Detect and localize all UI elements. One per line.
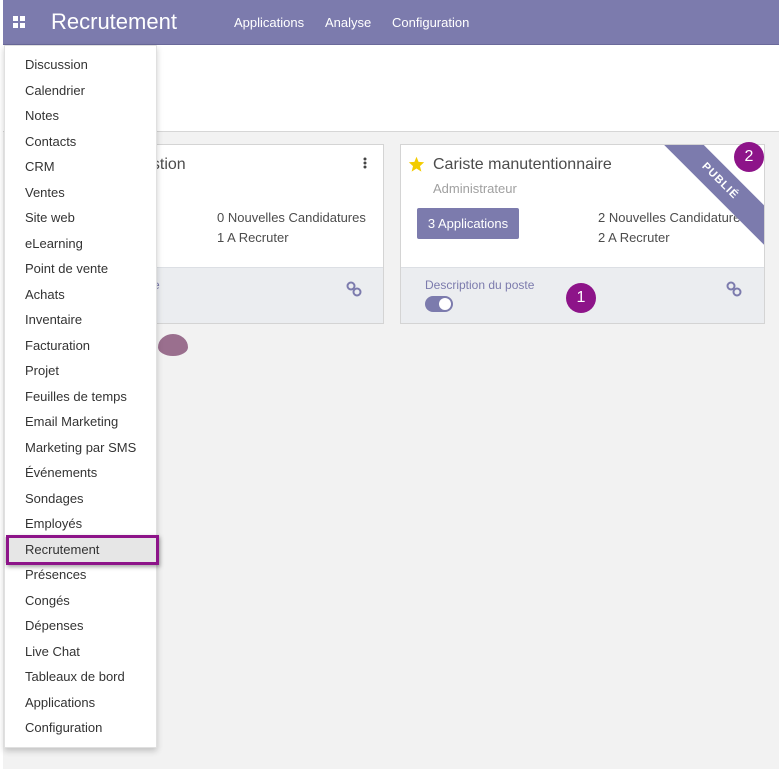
annotation-badge-2: 2 — [734, 142, 764, 172]
job-description-label[interactable]: Description du poste — [425, 278, 534, 292]
menu-item-crm[interactable]: CRM — [5, 154, 156, 180]
menu-item-live-chat[interactable]: Live Chat — [5, 639, 156, 665]
menu-analyse[interactable]: Analyse — [325, 15, 371, 30]
new-applications-link[interactable]: 0 Nouvelles Candidatures — [217, 210, 366, 225]
menu-item-applications[interactable]: Applications — [5, 690, 156, 716]
menu-item-sondages[interactable]: Sondages — [5, 486, 156, 512]
menu-item-achats[interactable]: Achats — [5, 282, 156, 308]
menu-item-contacts[interactable]: Contacts — [5, 129, 156, 155]
menu-applications[interactable]: Applications — [234, 15, 304, 30]
menu-item-feuilles-de-temps[interactable]: Feuilles de temps — [5, 384, 156, 410]
tooltip-blob — [158, 334, 188, 356]
to-recruit-link[interactable]: 2 A Recruter — [598, 230, 670, 245]
menu-item-site-web[interactable]: Site web — [5, 205, 156, 231]
apps-menu-icon[interactable] — [13, 16, 25, 28]
menu-item-projet[interactable]: Projet — [5, 358, 156, 384]
toggle-knob — [439, 298, 451, 310]
published-toggle[interactable] — [425, 296, 453, 312]
menu-item-presences[interactable]: Présences — [5, 562, 156, 588]
favorite-star-icon[interactable] — [408, 156, 425, 172]
menu-item-notes[interactable]: Notes — [5, 103, 156, 129]
menu-item-ventes[interactable]: Ventes — [5, 180, 156, 206]
menu-item-evenements[interactable]: Événements — [5, 460, 156, 486]
menu-item-email-marketing[interactable]: Email Marketing — [5, 409, 156, 435]
menu-configuration[interactable]: Configuration — [392, 15, 469, 30]
apps-dropdown-menu: Discussion Calendrier Notes Contacts CRM… — [4, 45, 157, 748]
menu-item-discussion[interactable]: Discussion — [5, 52, 156, 78]
app-title[interactable]: Recrutement — [51, 9, 177, 35]
job-company: Administrateur — [433, 181, 517, 196]
top-navbar: Recrutement Applications Analyse Configu… — [3, 0, 779, 45]
job-card[interactable]: estion 0 Nouvelles Candidatures 1 A Recr… — [140, 144, 384, 324]
menu-item-depenses[interactable]: Dépenses — [5, 613, 156, 639]
menu-item-conges[interactable]: Congés — [5, 588, 156, 614]
menu-item-inventaire[interactable]: Inventaire — [5, 307, 156, 333]
menu-item-elearning[interactable]: eLearning — [5, 231, 156, 257]
menu-item-marketing-sms[interactable]: Marketing par SMS — [5, 435, 156, 461]
menu-item-calendrier[interactable]: Calendrier — [5, 78, 156, 104]
card-footer: e — [141, 267, 383, 323]
applications-button[interactable]: 3 Applications — [417, 208, 519, 239]
menu-item-recrutement[interactable]: Recrutement — [5, 537, 156, 563]
link-icon[interactable] — [726, 281, 742, 297]
menu-item-facturation[interactable]: Facturation — [5, 333, 156, 359]
kebab-menu-icon[interactable] — [363, 157, 367, 169]
menu-item-point-de-vente[interactable]: Point de vente — [5, 256, 156, 282]
menu-item-configuration[interactable]: Configuration — [5, 715, 156, 741]
to-recruit-link[interactable]: 1 A Recruter — [217, 230, 289, 245]
annotation-badge-1: 1 — [566, 283, 596, 313]
menu-item-tableaux-de-bord[interactable]: Tableaux de bord — [5, 664, 156, 690]
menu-item-employes[interactable]: Employés — [5, 511, 156, 537]
link-icon[interactable] — [346, 281, 362, 297]
job-title[interactable]: Cariste manutentionnaire — [433, 156, 612, 174]
